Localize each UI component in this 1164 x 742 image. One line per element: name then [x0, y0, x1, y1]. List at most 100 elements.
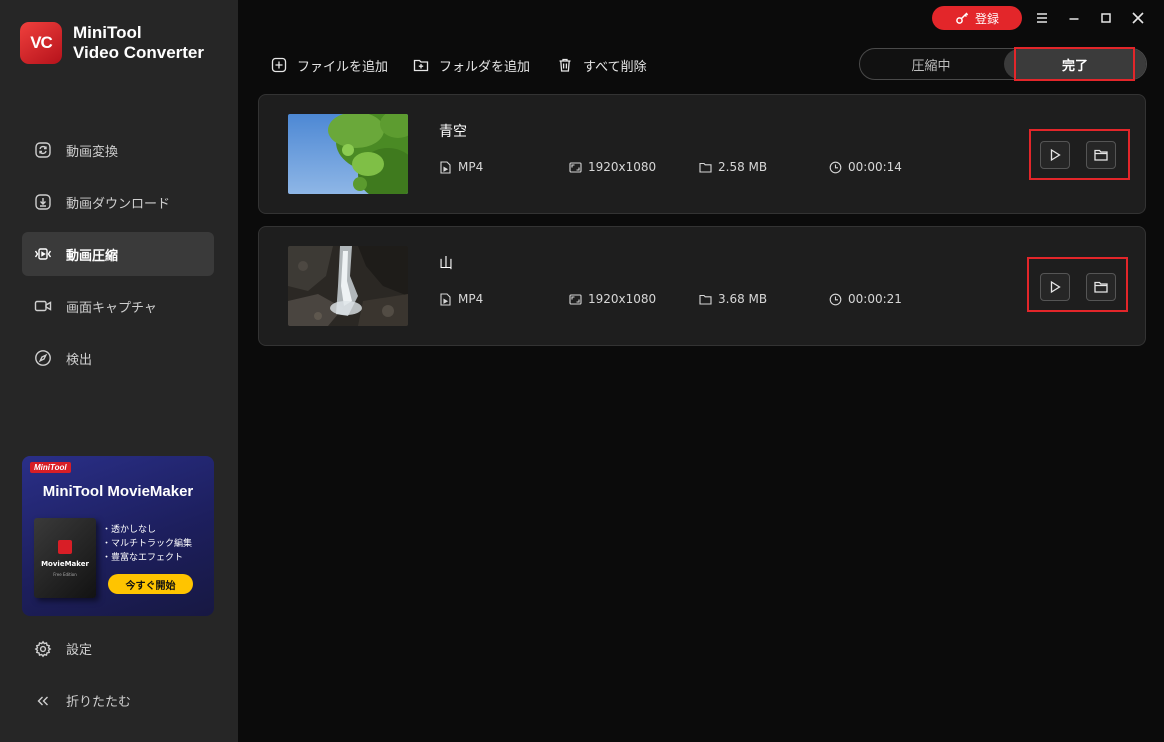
settings-button[interactable]: 設定 [34, 639, 92, 658]
maximize-button[interactable] [1096, 8, 1116, 28]
folder-icon [699, 294, 712, 305]
play-button[interactable] [1040, 273, 1070, 301]
sidebar-item-label: 検出 [66, 352, 93, 368]
app-logo: VC [20, 22, 62, 64]
sidebar-item-label: 動画ダウンロード [66, 196, 171, 212]
menu-button[interactable] [1032, 8, 1052, 28]
file-duration: 00:00:14 [829, 160, 902, 174]
minimize-icon [1069, 18, 1079, 20]
tab-compressing[interactable]: 圧縮中 [860, 49, 1002, 79]
moviemaker-promo-banner[interactable]: MiniTool MiniTool MovieMaker MovieMaker … [22, 456, 214, 616]
gear-icon [34, 640, 52, 657]
size-value: 2.58 MB [718, 160, 768, 174]
add-folder-label: フォルダを追加 [439, 59, 531, 75]
clock-icon [829, 161, 842, 173]
collapse-button[interactable]: 折りたたむ [34, 691, 131, 710]
sidebar-item-video-convert[interactable]: 動画変換 [22, 128, 214, 172]
file-duration: 00:00:21 [829, 292, 902, 306]
folder-plus-icon [413, 59, 429, 72]
settings-label: 設定 [66, 643, 93, 658]
app-brand: VC MiniTool Video Converter [20, 22, 204, 64]
close-button[interactable] [1128, 8, 1148, 28]
folder-icon [699, 162, 712, 173]
camera-icon [34, 300, 52, 312]
menu-icon [1037, 13, 1047, 23]
play-icon [1050, 148, 1061, 162]
file-size: 3.68 MB [699, 292, 767, 306]
register-label: 登録 [974, 11, 999, 26]
plus-square-icon [271, 57, 287, 73]
sidebar-item-label: 動画圧縮 [66, 248, 119, 264]
file-name: 山 [439, 256, 453, 272]
play-icon [1050, 280, 1061, 294]
duration-value: 00:00:21 [848, 292, 902, 306]
video-file-icon [440, 292, 451, 306]
folder-icon [1094, 149, 1108, 161]
promo-badge: MiniTool [30, 462, 71, 473]
add-file-label: ファイルを追加 [297, 59, 389, 75]
file-resolution: 1920x1080 [569, 292, 656, 306]
double-chevron-left-icon [37, 696, 48, 705]
resolution-icon [569, 293, 582, 305]
promo-feature: ・マルチトラック編集 [102, 539, 193, 549]
file-card: 山 MP4 1920x1080 3.68 MB 00:00:21 [258, 226, 1146, 346]
add-file-button[interactable]: ファイルを追加 [271, 55, 388, 75]
play-button[interactable] [1040, 141, 1070, 169]
file-card: 青空 MP4 1920x1080 2.58 MB 00:00:14 [258, 94, 1146, 214]
promo-feature: ・透かしなし [102, 525, 157, 535]
status-tab-switch: 圧縮中 完了 [859, 48, 1147, 80]
file-format: MP4 [439, 160, 483, 174]
tab-done[interactable]: 完了 [1004, 49, 1146, 79]
app-title-line1: MiniTool [73, 23, 142, 42]
promo-features: ・透かしなし ・マルチトラック編集 ・豊富なエフェクト [102, 523, 192, 565]
clock-icon [829, 293, 842, 305]
duration-value: 00:00:14 [848, 160, 902, 174]
promo-box-name: MovieMaker [41, 560, 89, 568]
file-name: 青空 [439, 124, 467, 140]
close-icon [1132, 12, 1144, 24]
app-window: VC MiniTool Video Converter 動画変換 動画ダウンロー… [0, 0, 1164, 742]
register-button[interactable]: 登録 [932, 6, 1022, 30]
minimize-button[interactable] [1064, 8, 1084, 28]
size-value: 3.68 MB [718, 292, 768, 306]
sidebar-item-label: 画面キャプチャ [66, 300, 157, 316]
app-title: MiniTool Video Converter [73, 23, 204, 63]
moviemaker-box-image: MovieMaker Free Edition [34, 518, 96, 598]
trash-icon [559, 58, 571, 72]
sidebar-nav: 動画変換 動画ダウンロード 動画圧縮 画面キャプチャ 検出 [22, 128, 214, 388]
resolution-value: 1920x1080 [588, 292, 657, 306]
folder-icon [1094, 281, 1108, 293]
promo-box-sub: Free Edition [53, 572, 77, 577]
download-icon [35, 194, 51, 210]
delete-all-button[interactable]: すべて削除 [557, 55, 647, 75]
video-thumbnail [288, 246, 408, 326]
key-icon [956, 12, 969, 24]
convert-icon [35, 142, 51, 158]
collapse-label: 折りたたむ [66, 695, 132, 710]
file-format: MP4 [439, 292, 483, 306]
sidebar-item-label: 動画変換 [66, 144, 119, 160]
moviemaker-logo-icon [58, 540, 72, 554]
sidebar-item-discover[interactable]: 検出 [22, 336, 214, 380]
format-value: MP4 [458, 292, 484, 306]
delete-all-label: すべて削除 [583, 59, 647, 75]
sidebar: VC MiniTool Video Converter 動画変換 動画ダウンロー… [0, 0, 238, 742]
sidebar-item-screen-capture[interactable]: 画面キャプチャ [22, 284, 214, 328]
resolution-icon [569, 161, 582, 173]
app-title-line2: Video Converter [73, 43, 205, 62]
promo-title: MiniTool MovieMaker [42, 483, 194, 500]
video-file-icon [440, 160, 451, 174]
file-resolution: 1920x1080 [569, 160, 656, 174]
resolution-value: 1920x1080 [588, 160, 657, 174]
open-folder-button[interactable] [1086, 141, 1116, 169]
sidebar-item-video-compress[interactable]: 動画圧縮 [22, 232, 214, 276]
sidebar-item-video-download[interactable]: 動画ダウンロード [22, 180, 214, 224]
format-value: MP4 [458, 160, 484, 174]
promo-feature: ・豊富なエフェクト [102, 553, 184, 563]
maximize-icon [1101, 13, 1111, 23]
compass-icon [35, 350, 51, 366]
add-folder-button[interactable]: フォルダを追加 [413, 55, 530, 75]
file-size: 2.58 MB [699, 160, 767, 174]
promo-start-button[interactable]: 今すぐ開始 [108, 574, 193, 594]
open-folder-button[interactable] [1086, 273, 1116, 301]
